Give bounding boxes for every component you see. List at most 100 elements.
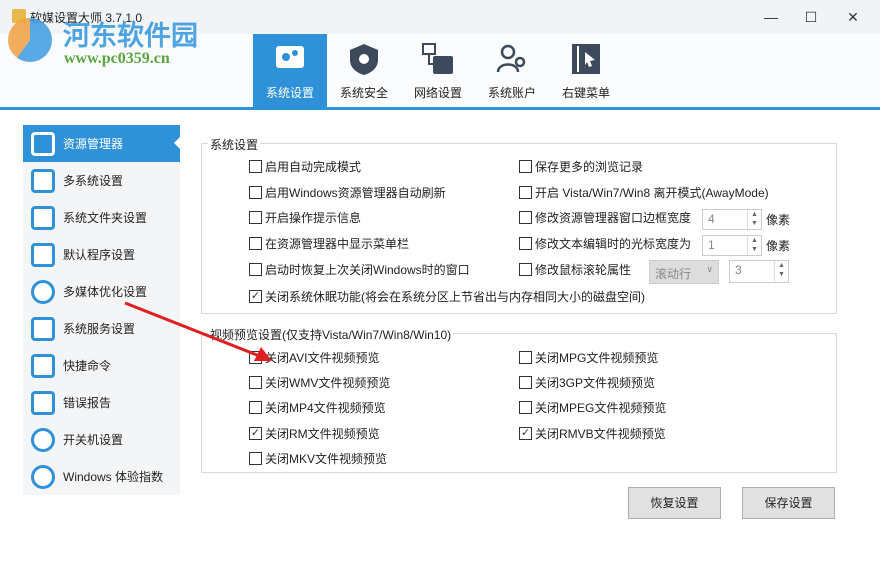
checkbox[interactable]: 修改文本编辑时的光标宽度为 [519,235,691,252]
checkbox[interactable]: 关闭MKV文件视频预览 [249,450,387,467]
checkbox[interactable]: 启动时恢复上次关闭Windows时的窗口 [249,261,470,278]
checkbox[interactable]: 开启操作提示信息 [249,209,361,226]
tab-users[interactable]: 系统账户 [475,34,549,107]
checkbox[interactable]: 关闭WMV文件视频预览 [249,374,390,391]
cursor-width-stepper[interactable]: 1 ▲ ▼ [702,235,762,256]
checkbox-box[interactable] [519,186,532,199]
sidebar-item-label: Windows 体验指数 [63,470,164,484]
sidebar-item-label: 资源管理器 [63,137,124,151]
sidebar-item-label: 系统服务设置 [63,322,136,336]
cursor-menu-icon [572,44,600,74]
checkbox-label: 在资源管理器中显示菜单栏 [265,237,410,251]
group-title: 系统设置 [208,136,261,153]
minimize-button[interactable]: — [756,6,786,28]
checkbox-box[interactable] [519,263,532,276]
checkbox-box[interactable] [249,401,262,414]
checkbox-box[interactable] [519,160,532,173]
stepper-value: 1 [708,238,715,252]
checkbox[interactable]: 关闭MP4文件视频预览 [249,399,386,416]
checkbox[interactable]: ✓ 关闭RM文件视频预览 [249,425,380,442]
sidebar-item[interactable]: 默认程序设置 [23,236,180,273]
checkbox-label: 关闭MPG文件视频预览 [535,351,659,365]
checkbox[interactable]: 关闭3GP文件视频预览 [519,374,655,391]
checkbox-label: 关闭WMV文件视频预览 [265,376,391,390]
sidebar-item[interactable]: 系统服务设置 [23,310,180,347]
restore-settings-button[interactable]: 恢复设置 [628,487,721,519]
checkbox-box[interactable] [249,376,262,389]
checkbox[interactable]: ✓ 关闭RMVB文件视频预览 [519,425,666,442]
app-icon [12,9,26,23]
checkbox[interactable]: 修改鼠标滚轮属性 [519,261,631,278]
sidebar-item[interactable]: 多系统设置 [23,162,180,199]
checkbox[interactable]: 修改资源管理器窗口边框宽度 [519,209,691,226]
scroll-lines-stepper[interactable]: 3 ▲ ▼ [729,260,789,283]
checkbox[interactable]: 关闭AVI文件视频预览 [249,349,379,366]
border-width-stepper[interactable]: 4 ▲ ▼ [702,209,762,230]
users-icon [496,44,526,73]
sidebar-item[interactable]: 错误报告 [23,384,180,421]
checkbox-box[interactable]: ✓ [249,427,262,440]
checkbox-box[interactable] [519,376,532,389]
sidebar-item-label: 多媒体优化设置 [63,285,148,299]
checkbox-box[interactable] [249,452,262,465]
checkbox-box[interactable] [249,211,262,224]
sidebar-item[interactable]: 资源管理器 [23,125,180,162]
tab-label: 系统账户 [487,86,536,100]
checkbox-label: 关闭MPEG文件视频预览 [535,401,667,415]
sidebar-item[interactable]: 开关机设置 [23,421,180,458]
checkbox-box[interactable]: ✓ [519,427,532,440]
maximize-button[interactable]: ☐ [796,6,826,28]
save-settings-button[interactable]: 保存设置 [742,487,835,519]
tab-cursor-menu[interactable]: 右键菜单 [549,34,623,107]
checkbox-label: 启用自动完成模式 [265,160,362,174]
stepper-arrows[interactable]: ▲ ▼ [774,261,788,282]
checkbox-box[interactable] [519,237,532,250]
multi-system-icon [31,168,55,193]
network-icon [422,43,453,74]
checkbox[interactable]: 启用Windows资源管理器自动刷新 [249,184,446,201]
media-icon [31,279,55,304]
checkbox-label: 关闭RM文件视频预览 [265,427,380,441]
sidebar-item[interactable]: 系统文件夹设置 [23,199,180,236]
explorer-icon [31,131,55,156]
checkbox[interactable]: ✓ 关闭系统休眠功能(将会在系统分区上节省出与内存相同大小的磁盘空间) [249,288,645,305]
active-indicator [174,137,180,149]
checkbox[interactable]: 保存更多的浏览记录 [519,158,643,175]
select-value: 滚动行 [655,267,692,281]
shield-gear-icon [350,44,378,75]
sidebar-item[interactable]: 快捷命令 [23,347,180,384]
close-button[interactable]: ✕ [838,6,868,28]
checkbox-box[interactable] [249,160,262,173]
stepper-arrows[interactable]: ▲ ▼ [747,236,761,255]
power-icon [31,427,55,452]
scroll-mode-select[interactable]: 滚动行 ∨ [649,260,719,284]
checkbox[interactable]: 在资源管理器中显示菜单栏 [249,235,409,252]
error-report-icon [31,390,55,415]
sidebar-item[interactable]: 多媒体优化设置 [23,273,180,310]
checkbox-box[interactable] [249,263,262,276]
tab-gear-monitor[interactable]: 系统设置 [253,34,327,107]
checkbox-box[interactable] [249,351,262,364]
checkbox-box[interactable] [519,351,532,364]
tab-shield-gear[interactable]: 系统安全 [327,34,401,107]
toolbar-divider [0,107,880,110]
shortcut-icon [31,353,55,378]
sidebar-item-label: 快捷命令 [63,359,112,373]
checkbox-label: 关闭系统休眠功能(将会在系统分区上节省出与内存相同大小的磁盘空间) [265,290,645,304]
sidebar-item[interactable]: Windows 体验指数 [23,458,180,495]
checkbox-label: 开启 Vista/Win7/Win8 离开模式(AwayMode) [535,186,769,200]
chevron-down-icon: ∨ [706,264,713,274]
tab-label: 系统安全 [339,86,388,100]
checkbox-box[interactable] [249,237,262,250]
checkbox-box[interactable] [519,401,532,414]
checkbox-box[interactable] [519,211,532,224]
tab-label: 网络设置 [413,86,462,100]
checkbox[interactable]: 关闭MPG文件视频预览 [519,349,658,366]
stepper-arrows[interactable]: ▲ ▼ [747,210,761,229]
checkbox[interactable]: 开启 Vista/Win7/Win8 离开模式(AwayMode) [519,184,769,201]
checkbox[interactable]: 关闭MPEG文件视频预览 [519,399,666,416]
checkbox[interactable]: 启用自动完成模式 [249,158,361,175]
checkbox-box[interactable]: ✓ [249,290,262,303]
tab-network[interactable]: 网络设置 [401,34,475,107]
checkbox-box[interactable] [249,186,262,199]
